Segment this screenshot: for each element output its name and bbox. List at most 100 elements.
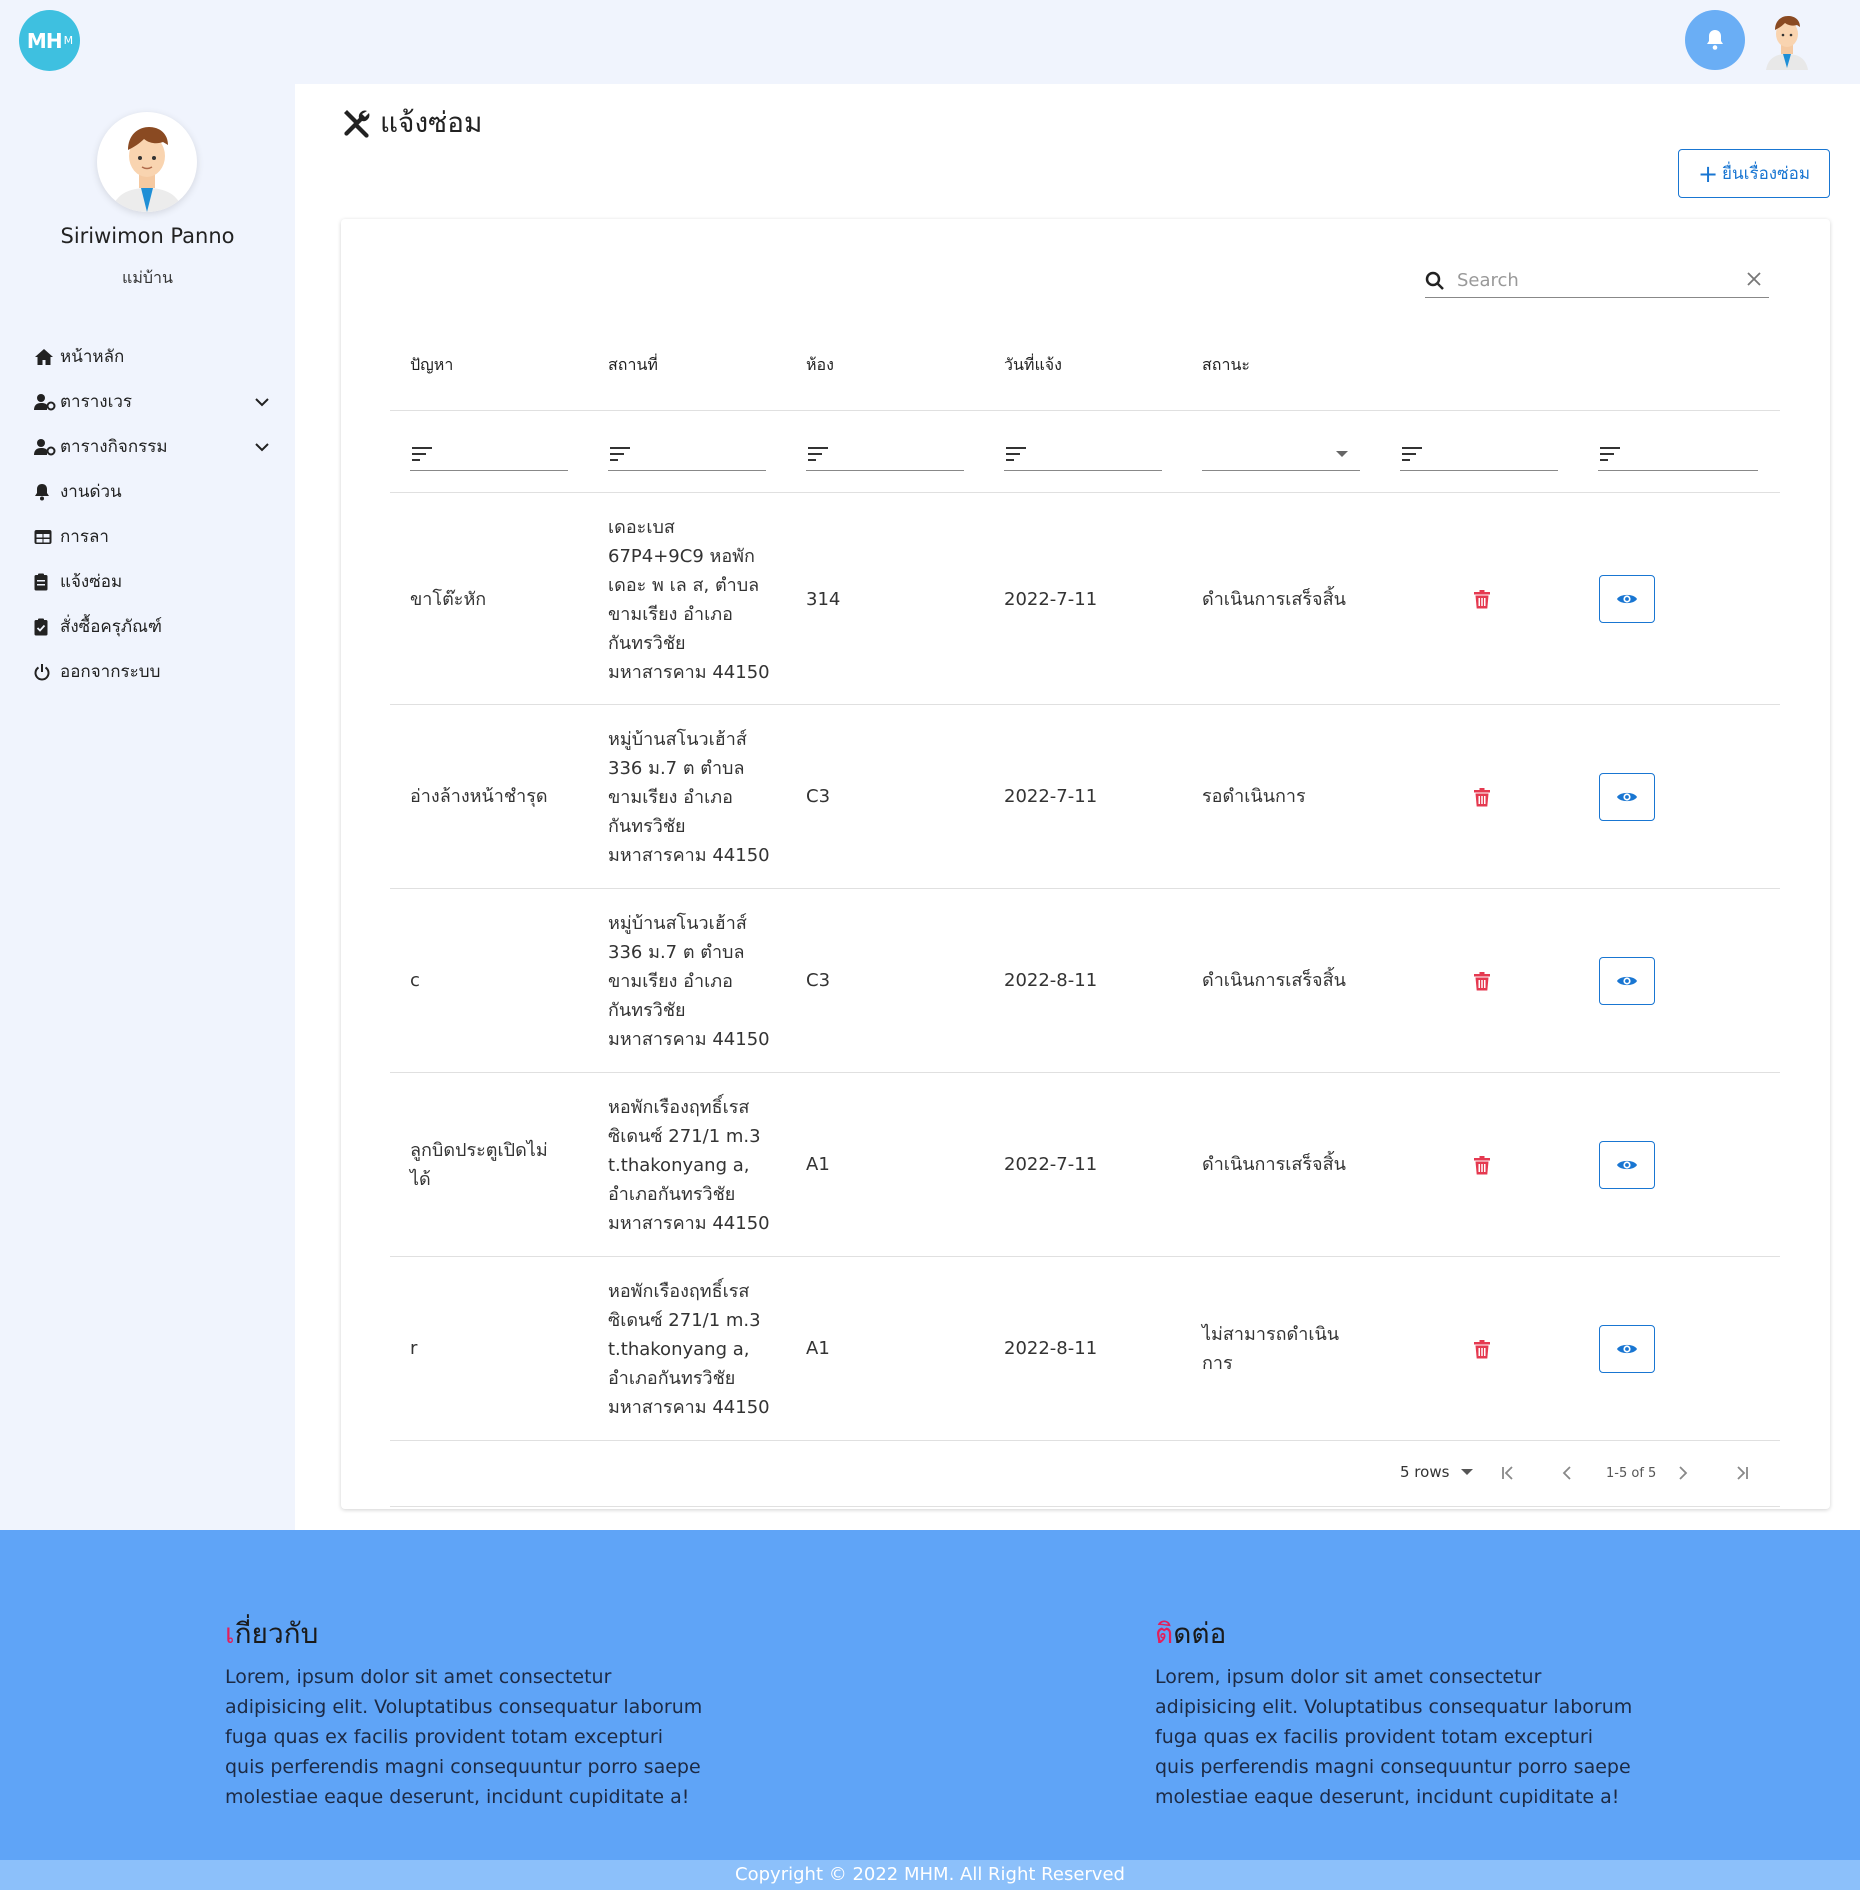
table-row: ลูกบิดประตูเปิดไม่ ได้ หอพักเรืองฤทธิ์เร… (390, 1073, 1780, 1257)
filter-location[interactable] (608, 437, 766, 471)
address-line: มหาสารคาม 44150 (608, 1397, 770, 1418)
app-logo[interactable]: MH M (19, 10, 80, 71)
delete-button[interactable] (1470, 1337, 1494, 1361)
filter-delete-column[interactable] (1400, 437, 1558, 471)
table-row: อ่างล้างหน้าชำรุด หมู่บ้านสโนวเฮ้าส์ 336… (390, 705, 1780, 889)
first-page-button[interactable] (1496, 1461, 1520, 1485)
cell-location: หอพักเรืองฤทธิ์เรส ซิเดนซ์ 271/1 m.3 t.t… (608, 1093, 778, 1238)
address-line: อำเภอกันทรวิชัย (608, 1368, 736, 1389)
chevron-down-icon[interactable] (255, 437, 269, 457)
cell-status: ดำเนินการเสร็จสิ้น (1202, 589, 1346, 610)
title-accent: ติ (1155, 1617, 1174, 1650)
view-button[interactable] (1599, 575, 1655, 623)
title-rest: กี่ยวกับ (234, 1617, 319, 1650)
delete-button[interactable] (1470, 1153, 1494, 1177)
cell-problem: อ่างล้างหน้าชำรุด (410, 786, 548, 807)
filter-row (390, 411, 1780, 493)
plus-icon: + (1697, 159, 1719, 188)
chevron-down-icon[interactable] (255, 392, 269, 412)
sidebar-item-activity-schedule[interactable]: ตารางกิจกรรม (34, 424, 269, 469)
view-button[interactable] (1599, 957, 1655, 1005)
sidebar-item-shift-schedule[interactable]: ตารางเวร (34, 379, 269, 424)
filter-lines-icon (1006, 446, 1026, 461)
filter-view-column[interactable] (1598, 437, 1758, 471)
cell-room: 314 (806, 589, 841, 610)
next-page-button[interactable] (1670, 1461, 1694, 1485)
address-line: ขามเรียง อำเภอ (608, 604, 733, 625)
sidebar-item-purchase[interactable]: สั่งซื้อครุภัณฑ์ (34, 604, 269, 649)
search-icon (1425, 271, 1444, 290)
filter-room[interactable] (806, 437, 964, 471)
filter-date[interactable] (1004, 437, 1162, 471)
clear-search-icon[interactable] (1747, 271, 1761, 290)
cell-problem: c (410, 970, 420, 991)
chevron-right-icon (1679, 1466, 1688, 1480)
notification-button[interactable] (1685, 10, 1745, 70)
sidebar-item-logout[interactable]: ออกจากระบบ (34, 649, 269, 694)
user-name: Siriwimon Panno (60, 224, 235, 248)
user-avatar-menu[interactable] (1758, 8, 1816, 70)
cell-status: ไม่สามารถดำเนิน การ (1202, 1320, 1339, 1378)
column-header-location[interactable]: สถานที่ (608, 353, 658, 378)
address-line: กันทรวิชัย (608, 816, 686, 837)
eye-icon (1617, 976, 1637, 986)
user-gear-icon (34, 438, 56, 456)
add-repair-button[interactable]: + ยื่นเรื่องซ่อม (1678, 149, 1830, 198)
sidebar-item-urgent[interactable]: งานด่วน (34, 469, 269, 514)
view-button[interactable] (1599, 1325, 1655, 1373)
footer-about-text: Lorem, ipsum dolor sit amet consectetur … (225, 1666, 703, 1808)
dropdown-arrow-icon (1461, 1469, 1474, 1475)
user-role: แม่บ้าน (122, 268, 173, 287)
page-title: แจ้งซ่อม (340, 101, 482, 145)
title-accent: เ (225, 1617, 235, 1650)
page-range: 1-5 of 5 (1606, 1466, 1657, 1481)
page-title-text: แจ้งซ่อม (380, 106, 483, 139)
filter-status-select[interactable] (1202, 437, 1360, 471)
cell-location: หมู่บ้านสโนวเฮ้าส์ 336 ม.7 ต ตำบล ขามเรี… (608, 725, 778, 870)
filter-problem[interactable] (410, 437, 568, 471)
column-header-room[interactable]: ห้อง (806, 353, 834, 378)
sidebar-item-label: ตารางกิจกรรม (60, 437, 168, 457)
table-row: r หอพักเรืองฤทธิ์เรส ซิเดนซ์ 271/1 m.3 t… (390, 1257, 1780, 1441)
sidebar-item-label: การลา (60, 527, 109, 547)
delete-button[interactable] (1470, 785, 1494, 809)
previous-page-button[interactable] (1556, 1461, 1580, 1485)
column-header-status[interactable]: สถานะ (1202, 353, 1250, 378)
chevron-left-icon (1562, 1466, 1571, 1480)
sidebar-item-home[interactable]: หน้าหลัก (34, 334, 269, 379)
tools-icon (344, 110, 370, 138)
address-line: มหาสารคาม 44150 (608, 1213, 770, 1234)
cell-problem: ลูกบิดประตูเปิดไม่ ได้ (410, 1136, 548, 1194)
address-line: หอพักเรืองฤทธิ์เรส (608, 1097, 750, 1118)
eye-icon (1617, 1160, 1637, 1170)
delete-button[interactable] (1470, 587, 1494, 611)
address-line: มหาสารคาม 44150 (608, 662, 770, 683)
bell-icon (34, 483, 56, 501)
rows-per-page-select[interactable]: 5 rows (1400, 1463, 1474, 1481)
view-button[interactable] (1599, 1141, 1655, 1189)
view-button[interactable] (1599, 773, 1655, 821)
address-line: ซิเดนซ์ 271/1 m.3 (608, 1126, 761, 1147)
cell-room: A1 (806, 1154, 830, 1175)
column-header-date[interactable]: วันที่แจ้ง (1004, 353, 1062, 378)
sidebar-item-leave[interactable]: การลา (34, 514, 269, 559)
address-line: ขามเรียง อำเภอ (608, 787, 733, 808)
pagination: 5 rows 1-5 of 5 (390, 1441, 1780, 1507)
add-repair-label: ยื่นเรื่องซ่อม (1722, 164, 1811, 184)
search-bar (1425, 264, 1769, 298)
address-line: มหาสารคาม 44150 (608, 845, 770, 866)
search-input[interactable] (1457, 270, 1727, 291)
column-header-problem[interactable]: ปัญหา (410, 353, 453, 378)
cell-status: ดำเนินการเสร็จสิ้น (1202, 1154, 1346, 1175)
table-row: ขาโต๊ะหัก เดอะเบส 67P4+9C9 หอพัก เดอะ พ … (390, 493, 1780, 705)
address-line: t.thakonyang a, (608, 1155, 750, 1176)
logo-main: MH (26, 28, 63, 53)
problem-line: ได้ (410, 1169, 431, 1190)
trash-icon (1474, 787, 1490, 806)
sidebar-item-repair[interactable]: แจ้งซ่อม (34, 559, 269, 604)
problem-line: ลูกบิดประตูเปิดไม่ (410, 1140, 548, 1161)
last-page-button[interactable] (1730, 1461, 1754, 1485)
delete-button[interactable] (1470, 969, 1494, 993)
cell-date: 2022-8-11 (1004, 970, 1098, 991)
filter-lines-icon (1600, 446, 1620, 461)
